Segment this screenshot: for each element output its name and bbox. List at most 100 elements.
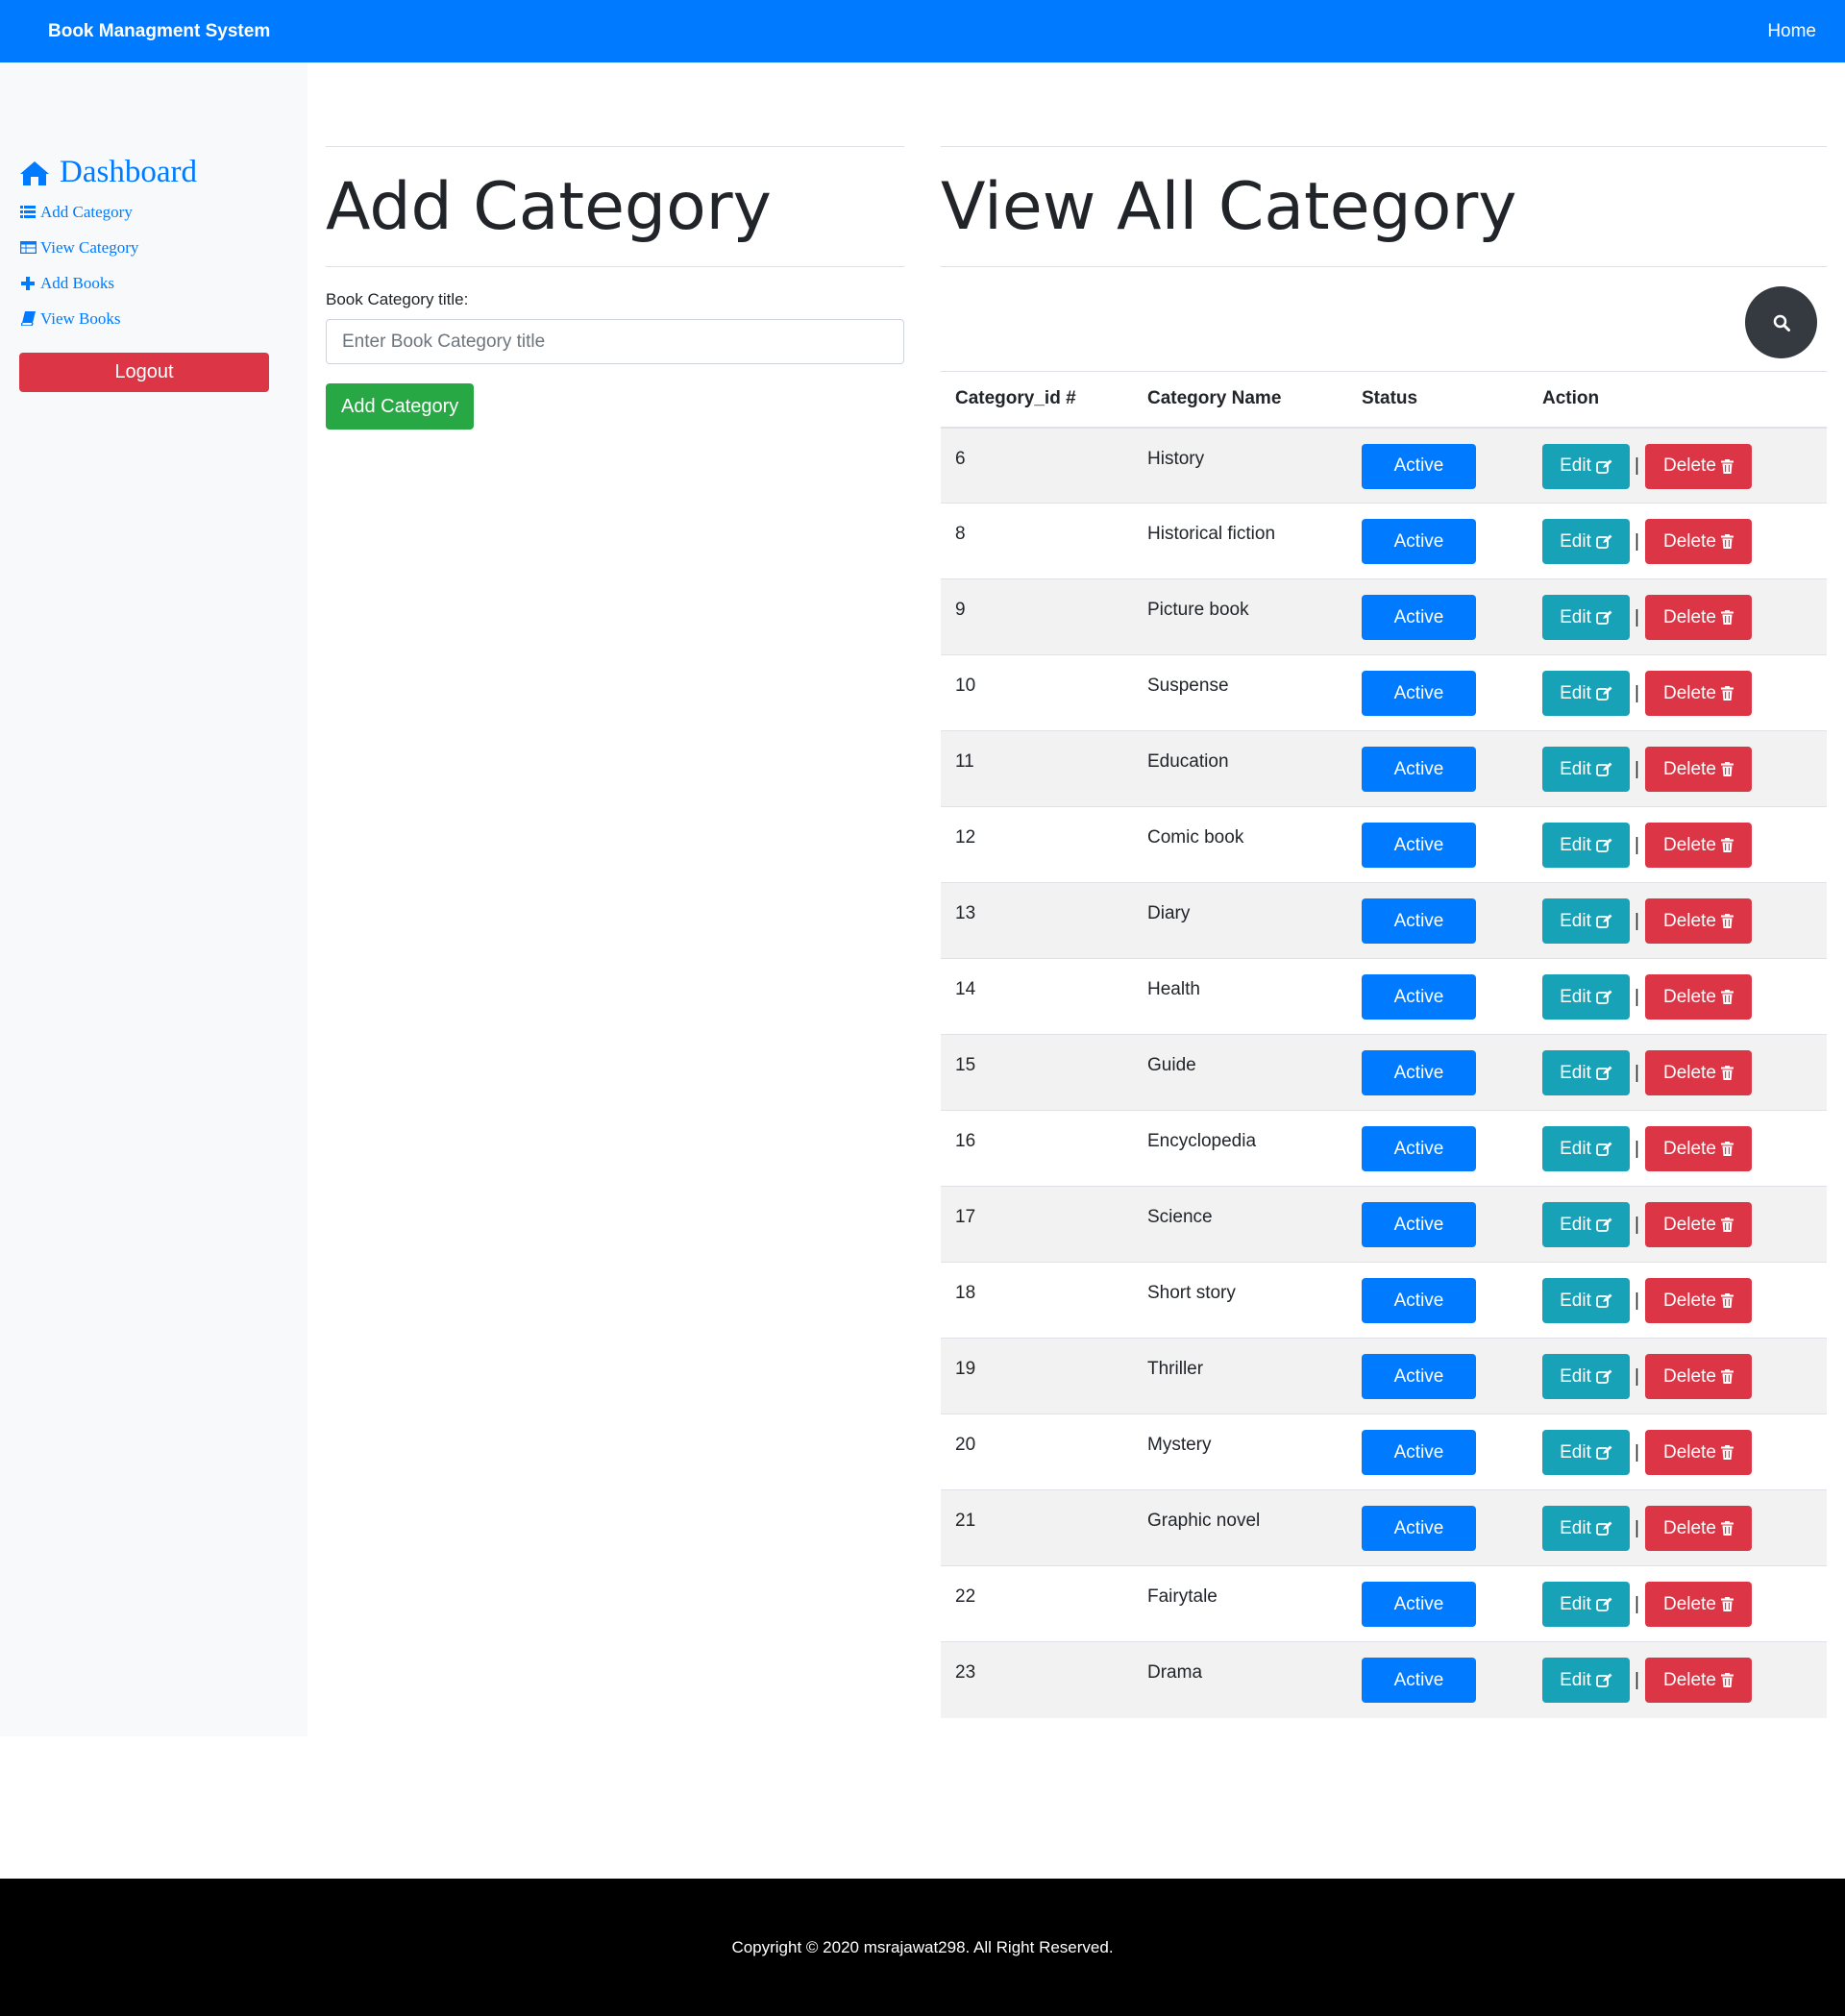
search-button[interactable] [1745,286,1817,358]
edit-button[interactable]: Edit [1542,974,1630,1020]
edit-icon [1595,990,1612,1004]
trash-icon [1720,1521,1734,1536]
category-name-cell: Short story [1133,1262,1347,1339]
category-name-cell: Health [1133,958,1347,1035]
edit-button[interactable]: Edit [1542,823,1630,868]
edit-label: Edit [1560,834,1591,855]
category-title-label: Book Category title: [326,290,469,308]
delete-button[interactable]: Delete [1644,1582,1752,1627]
delete-button[interactable]: Delete [1644,1430,1752,1475]
sidebar-nav: Add Category View Category Add Books Vie… [19,194,308,336]
sidebar-item-view-category[interactable]: View Category [19,230,308,265]
edit-button[interactable]: Edit [1542,1658,1630,1703]
view-category-panel: View All Category Category_id # Category… [941,146,1827,1718]
status-active-button[interactable]: Active [1362,519,1476,564]
status-active-button[interactable]: Active [1362,974,1476,1020]
action-cell: Edit | Delete [1528,654,1827,731]
trash-icon [1720,1369,1734,1384]
sidebar-item-add-books[interactable]: Add Books [19,265,308,301]
home-icon [20,160,49,185]
delete-button[interactable]: Delete [1644,1658,1752,1703]
edit-button[interactable]: Edit [1542,1506,1630,1551]
delete-button[interactable]: Delete [1644,898,1752,944]
delete-button[interactable]: Delete [1644,974,1752,1020]
status-active-button[interactable]: Active [1362,1658,1476,1703]
edit-button[interactable]: Edit [1542,1430,1630,1475]
top-navbar: Book Managment System Home [0,0,1845,62]
status-cell: Active [1347,427,1528,504]
delete-button[interactable]: Delete [1644,1202,1752,1247]
status-active-button[interactable]: Active [1362,1582,1476,1627]
delete-button[interactable]: Delete [1644,823,1752,868]
edit-label: Edit [1560,1365,1591,1387]
table-row: 17 Science Active Edit | Delete [941,1186,1827,1263]
delete-button[interactable]: Delete [1644,1050,1752,1095]
delete-button[interactable]: Delete [1644,443,1752,489]
edit-button[interactable]: Edit [1542,443,1630,489]
sidebar-item-label: View Category [40,237,139,257]
action-separator: | [1635,1593,1639,1614]
status-cell: Active [1347,730,1528,807]
status-active-button[interactable]: Active [1362,823,1476,868]
status-cell: Active [1347,654,1528,731]
edit-button[interactable]: Edit [1542,1354,1630,1399]
edit-button[interactable]: Edit [1542,1202,1630,1247]
status-active-button[interactable]: Active [1362,671,1476,716]
edit-button[interactable]: Edit [1542,1582,1630,1627]
category-id-cell: 6 [941,427,1133,504]
edit-label: Edit [1560,455,1591,476]
edit-label: Edit [1560,606,1591,627]
edit-icon [1595,686,1612,701]
category-name-cell: Picture book [1133,578,1347,655]
status-cell: Active [1347,1489,1528,1566]
status-active-button[interactable]: Active [1362,1050,1476,1095]
add-category-button[interactable]: Add Category [326,383,475,430]
status-active-button[interactable]: Active [1362,595,1476,640]
edit-button[interactable]: Edit [1542,671,1630,716]
table-row: 18 Short story Active Edit | Delete [941,1262,1827,1339]
edit-icon [1595,534,1612,549]
edit-label: Edit [1560,1214,1591,1235]
delete-button[interactable]: Delete [1644,1126,1752,1171]
edit-button[interactable]: Edit [1542,747,1630,792]
edit-icon [1595,1066,1612,1080]
status-active-button[interactable]: Active [1362,747,1476,792]
nav-home-link[interactable]: Home [1767,21,1816,42]
edit-button[interactable]: Edit [1542,1126,1630,1171]
sidebar-dashboard-link[interactable]: Dashboard [19,155,308,190]
delete-label: Delete [1662,682,1716,703]
delete-button[interactable]: Delete [1644,1354,1752,1399]
status-active-button[interactable]: Active [1362,1506,1476,1551]
edit-button[interactable]: Edit [1542,898,1630,944]
delete-button[interactable]: Delete [1644,595,1752,640]
delete-button[interactable]: Delete [1644,519,1752,564]
status-active-button[interactable]: Active [1362,1126,1476,1171]
edit-label: Edit [1560,1290,1591,1311]
edit-icon [1595,1369,1612,1384]
status-active-button[interactable]: Active [1362,443,1476,489]
status-active-button[interactable]: Active [1362,1354,1476,1399]
edit-button[interactable]: Edit [1542,1050,1630,1095]
delete-label: Delete [1662,1062,1716,1083]
action-cell: Edit | Delete [1528,1034,1827,1111]
table-row: 13 Diary Active Edit | Delete [941,882,1827,959]
status-active-button[interactable]: Active [1362,1278,1476,1323]
edit-button[interactable]: Edit [1542,595,1630,640]
edit-button[interactable]: Edit [1542,519,1630,564]
category-title-input[interactable] [326,319,904,364]
footer: Copyright © 2020 msrajawat298. All Right… [0,1879,1845,2016]
brand-title[interactable]: Book Managment System [48,21,270,42]
edit-button[interactable]: Edit [1542,1278,1630,1323]
status-active-button[interactable]: Active [1362,1202,1476,1247]
delete-button[interactable]: Delete [1644,1506,1752,1551]
delete-button[interactable]: Delete [1644,747,1752,792]
action-separator: | [1635,1290,1639,1311]
delete-button[interactable]: Delete [1644,671,1752,716]
status-active-button[interactable]: Active [1362,1430,1476,1475]
status-active-button[interactable]: Active [1362,898,1476,944]
logout-button[interactable]: Logout [19,353,269,392]
sidebar-item-add-category[interactable]: Add Category [19,194,308,230]
delete-button[interactable]: Delete [1644,1278,1752,1323]
trash-icon [1720,838,1734,852]
sidebar-item-view-books[interactable]: View Books [19,301,308,336]
